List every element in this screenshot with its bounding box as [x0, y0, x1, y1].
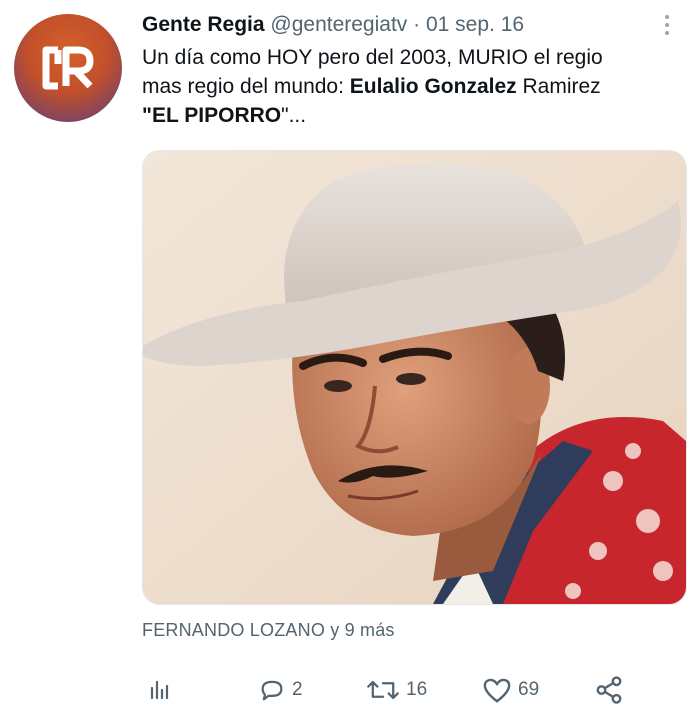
reply-count: 2	[292, 679, 303, 700]
header-separator: ·	[413, 13, 421, 36]
author-handle[interactable]: @genteregiatv	[270, 13, 407, 36]
tweet-photo[interactable]	[142, 150, 687, 605]
tweet-text-line: "EL PIPORRO"...	[142, 104, 307, 127]
reply-button[interactable]: 2	[258, 670, 303, 710]
tweet-date[interactable]: 01 sep. 16	[426, 13, 524, 36]
tweet-text-line: mas regio del mundo: Eulalio Gonzalez Ra…	[142, 75, 601, 98]
tweet-actions: 2 16 69	[142, 670, 642, 710]
bold-name: Eulalio Gonzalez	[349, 75, 517, 98]
analytics-icon	[150, 680, 169, 700]
more-options-button[interactable]	[655, 10, 679, 40]
analytics-button[interactable]	[148, 670, 172, 710]
bold-nickname: EL PIPORRO	[151, 104, 282, 127]
like-button[interactable]: 69	[482, 670, 539, 710]
share-icon	[596, 676, 622, 704]
tweet-text: Un día como HOY pero del 2003, MURIO el …	[142, 43, 682, 130]
like-count: 69	[518, 679, 540, 700]
tweet-header: Gente Regia @genteregiatv · 01 sep. 16	[142, 11, 677, 39]
retweet-count: 16	[406, 679, 428, 700]
author-avatar[interactable]	[14, 14, 122, 122]
author-name[interactable]: Gente Regia	[142, 13, 265, 36]
retweet-button[interactable]: 16	[366, 670, 427, 710]
gr-logo-icon	[42, 46, 94, 90]
cowboy-portrait-image	[143, 151, 686, 604]
tagged-users-link[interactable]: FERNANDO LOZANO y 9 más	[142, 620, 395, 641]
heart-icon	[483, 678, 511, 703]
share-button[interactable]	[594, 670, 624, 710]
retweet-icon	[367, 680, 399, 700]
reply-icon	[261, 680, 283, 701]
tweet-text-line: Un día como HOY pero del 2003, MURIO el …	[142, 46, 603, 69]
more-vertical-icon	[665, 15, 669, 19]
